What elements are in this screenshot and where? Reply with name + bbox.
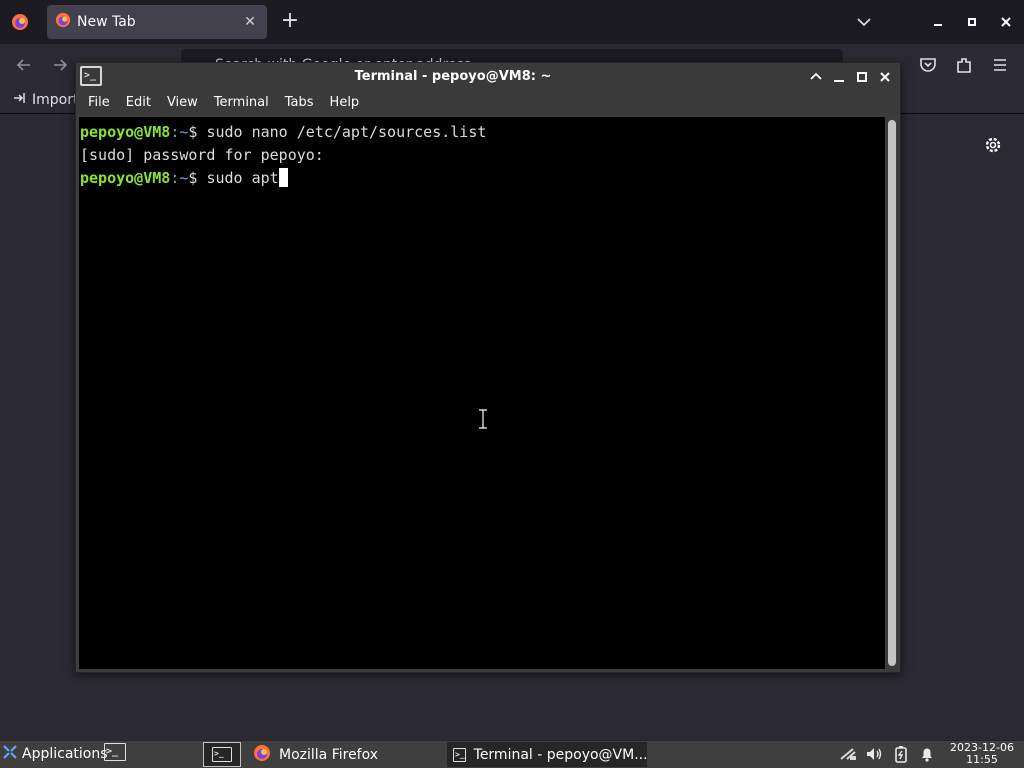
firefox-icon xyxy=(253,744,271,766)
terminal-window: >_ Terminal - pepoyo@VM8: ~ File Edit Vi… xyxy=(75,62,901,673)
menu-help[interactable]: Help xyxy=(322,91,368,115)
window-title: Terminal - pepoyo@VM8: ~ xyxy=(354,69,552,84)
prompt-user: pepoyo@VM8 xyxy=(80,169,171,187)
output-text: [sudo] password for pepoyo: xyxy=(80,146,324,164)
terminal-titlebar[interactable]: >_ Terminal - pepoyo@VM8: ~ xyxy=(76,63,900,91)
terminal-launcher-icon[interactable]: >_ xyxy=(104,743,128,765)
workspace-switcher[interactable]: >_ xyxy=(203,742,241,767)
import-label: Import xyxy=(32,92,79,108)
gear-icon[interactable] xyxy=(983,135,1003,155)
terminal-line: pepoyo@VM8:~$ sudo apt xyxy=(80,167,884,190)
applications-label: Applications xyxy=(22,746,108,762)
command-text: sudo nano /etc/apt/sources.list xyxy=(206,123,487,141)
taskbar-item-label: Mozilla Firefox xyxy=(279,746,379,763)
terminal-icon: >_ xyxy=(453,747,466,762)
applications-icon xyxy=(2,744,18,764)
terminal-line: [sudo] password for pepoyo: xyxy=(80,144,884,167)
command-input[interactable]: sudo apt xyxy=(206,169,278,187)
taskbar-item-terminal[interactable]: >_ Terminal - pepoyo@VM... xyxy=(447,742,648,767)
text-cursor xyxy=(278,168,288,187)
firefox-icon xyxy=(55,12,71,32)
tab-close-icon[interactable]: ✕ xyxy=(241,14,259,30)
back-icon[interactable] xyxy=(12,54,36,76)
menu-tabs[interactable]: Tabs xyxy=(277,91,322,115)
menu-file[interactable]: File xyxy=(80,91,118,115)
notification-bell-icon[interactable] xyxy=(917,745,937,763)
import-icon xyxy=(12,90,28,110)
minimize-icon[interactable] xyxy=(829,67,849,87)
applications-menu-button[interactable]: Applications xyxy=(2,743,108,765)
pocket-icon[interactable] xyxy=(916,54,940,76)
maximize-icon[interactable] xyxy=(962,12,982,32)
prompt-symbol: $ xyxy=(188,169,207,187)
taskbar-item-label: Terminal - pepoyo@VM... xyxy=(473,746,648,763)
browser-tab[interactable]: New Tab ✕ xyxy=(47,5,267,39)
terminal-line: pepoyo@VM8:~$ sudo nano /etc/apt/sources… xyxy=(80,121,884,144)
battery-icon[interactable] xyxy=(891,745,911,763)
clock[interactable]: 2023-12-06 11:55 xyxy=(946,742,1018,766)
taskbar-item-firefox[interactable]: Mozilla Firefox xyxy=(247,742,445,767)
terminal-icon: >_ xyxy=(212,747,232,762)
scrollbar-thumb[interactable] xyxy=(888,120,896,666)
hamburger-menu-icon[interactable] xyxy=(988,54,1012,76)
firefox-icon[interactable] xyxy=(6,8,34,36)
menu-edit[interactable]: Edit xyxy=(118,91,159,115)
menu-terminal[interactable]: Terminal xyxy=(206,91,277,115)
tab-title: New Tab xyxy=(77,14,136,30)
terminal-output[interactable]: pepoyo@VM8:~$ sudo nano /etc/apt/sources… xyxy=(79,117,885,669)
network-icon[interactable] xyxy=(838,745,858,763)
prompt-path: :~ xyxy=(170,123,189,141)
close-icon[interactable] xyxy=(996,12,1016,32)
terminal-scrollbar[interactable] xyxy=(885,117,900,669)
prompt-path: :~ xyxy=(170,169,189,187)
new-tab-button[interactable]: + xyxy=(277,10,303,34)
shade-icon[interactable] xyxy=(806,67,826,87)
minimize-icon[interactable] xyxy=(928,12,948,32)
terminal-menubar: File Edit View Terminal Tabs Help xyxy=(76,91,900,115)
prompt-user: pepoyo@VM8 xyxy=(80,123,171,141)
extensions-icon[interactable] xyxy=(952,54,976,76)
close-icon[interactable] xyxy=(875,67,895,87)
volume-icon[interactable] xyxy=(864,745,884,763)
forward-icon[interactable] xyxy=(48,54,72,76)
maximize-icon[interactable] xyxy=(852,67,872,87)
mouse-ibeam-cursor-icon xyxy=(478,408,488,430)
prompt-symbol: $ xyxy=(188,123,207,141)
menu-view[interactable]: View xyxy=(159,91,206,115)
import-bookmarks-button[interactable]: Import xyxy=(12,90,78,110)
clock-time: 11:55 xyxy=(966,753,998,766)
chevron-down-icon[interactable] xyxy=(852,12,876,32)
